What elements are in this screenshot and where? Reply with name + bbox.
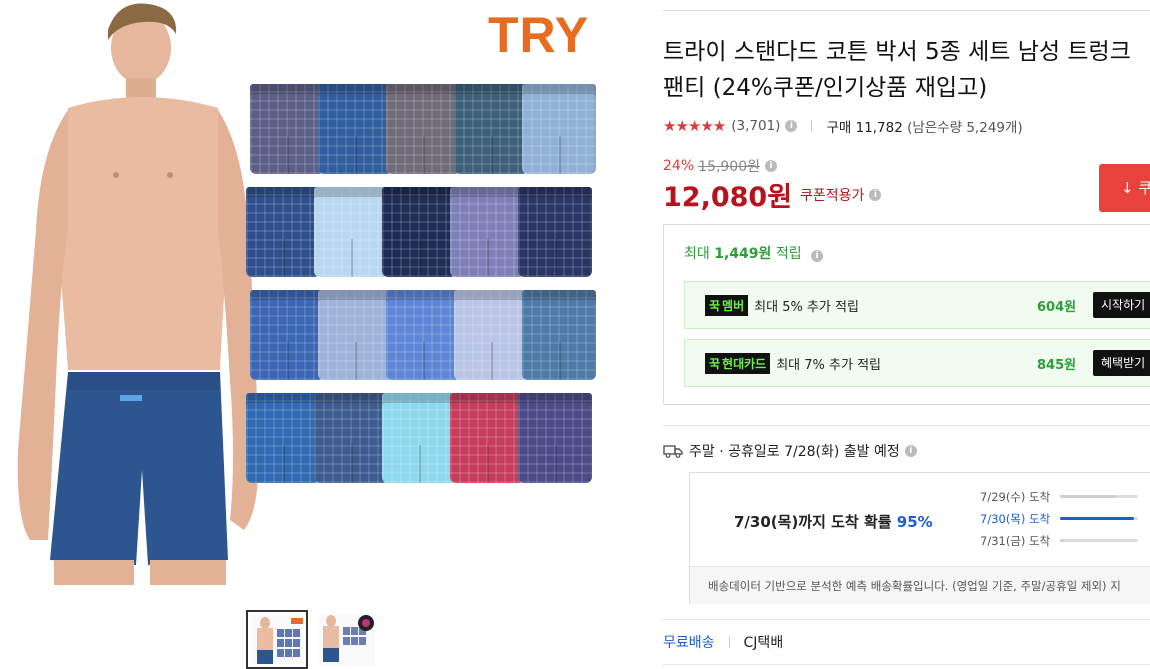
boxer-swatch (518, 393, 592, 483)
boxer-swatch (454, 84, 528, 174)
free-delivery: 무료배송 (663, 635, 715, 651)
divider (728, 636, 730, 648)
boxer-swatch (450, 187, 524, 277)
shipping-notice: 주말 · 공휴일로 7/28(화) 출발 예정 i (663, 441, 917, 461)
boxer-swatch (314, 187, 388, 277)
truck-icon (663, 445, 683, 458)
arrival-option-fill (1060, 517, 1135, 520)
boxer-swatch (450, 393, 524, 483)
discount-rate: 24% (663, 158, 695, 174)
boxer-swatch (318, 84, 392, 174)
review-count[interactable]: (3,701) (731, 118, 780, 134)
coupang-pay-icon: 꾹 (709, 298, 721, 313)
info-icon[interactable]: i (785, 120, 798, 132)
info-icon[interactable]: i (904, 445, 917, 457)
arrival-option-bar (1060, 495, 1138, 498)
thumbnail-2[interactable] (316, 610, 378, 669)
model-image (17, 3, 259, 585)
start-button[interactable]: 시작하기 (1093, 292, 1150, 318)
reward-amount: 845원 (1037, 357, 1077, 373)
card-tag: 꾹 현대카드 (705, 352, 771, 374)
coupon-applied-label: 쿠폰적용가 (800, 187, 865, 204)
courier-name: CJ택배 (743, 635, 784, 651)
boxer-swatch (522, 290, 596, 380)
price-row: 12,080원 쿠폰적용가 i (663, 175, 882, 214)
boxer-color-grid (244, 84, 604, 484)
arrival-option-label: 7/31(금) 도착 (980, 534, 1051, 548)
brand-logo: TRY (488, 7, 590, 63)
arrival-percent: 95% (896, 513, 933, 531)
member-tag: 꾹 멤버 (705, 294, 749, 316)
rating-stars[interactable]: ★★★★★ (663, 117, 726, 135)
product-title: 트라이 스탠다드 코튼 박서 5종 세트 남성 트렁크 팬티 (24%쿠폰/인기… (663, 39, 1131, 101)
divider (663, 10, 1150, 11)
info-icon[interactable]: i (811, 250, 824, 262)
arrival-probability: 7/30(목)까지 도착 확률 95% (734, 511, 933, 532)
thumbnail-1[interactable] (246, 610, 308, 669)
boxer-swatch (246, 393, 320, 483)
boxer-swatch (318, 290, 392, 380)
coupang-pay-icon: 꾹 (709, 356, 721, 371)
stock-remaining: (남은수량 5,249개) (907, 120, 1023, 136)
thumbnail-2-image (319, 613, 375, 666)
divider (663, 619, 1150, 620)
discount-row: 24% 15,900원 i (663, 156, 777, 176)
get-benefit-button[interactable]: 혜택받기 (1093, 350, 1150, 376)
divider (663, 664, 1150, 665)
boxer-swatch (314, 393, 388, 483)
product-info-panel: 트라이 스탠다드 코튼 박서 5종 세트 남성 트렁크 팬티 (24%쿠폰/인기… (663, 0, 1150, 669)
boxer-swatch (386, 84, 460, 174)
reward-text: 최대 5% 추가 적립 (754, 299, 859, 315)
boxer-swatch (382, 393, 456, 483)
reward-title: 최대 1,449원 적립 i (684, 243, 824, 263)
reward-row-member: 꾹 멤버 최대 5% 추가 적립 604원 시작하기 (684, 281, 1150, 329)
purchase-count: 구매 11,782 (826, 120, 903, 136)
rating-row: ★★★★★ (3,701) i 구매 11,782 (남은수량 5,249개) (663, 116, 1023, 136)
arrival-probability-box: 7/30(목)까지 도착 확률 95% 7/29(수) 도착 7/30(목) 도착… (689, 472, 1150, 604)
arrival-option-bar (1060, 517, 1138, 520)
thumbnail-1-image (251, 615, 303, 664)
reward-title-prefix: 최대 (684, 246, 710, 262)
boxer-swatch (382, 187, 456, 277)
divider (663, 425, 1150, 426)
boxer-swatch (246, 187, 320, 277)
original-price: 15,900원 (698, 159, 760, 175)
delivery-row: 무료배송 CJ택배 (663, 632, 783, 652)
reward-box: 최대 1,449원 적립 i 꾹 멤버 최대 5% 추가 적립 604원 시작하기… (663, 224, 1150, 405)
arrival-option-fill (1060, 539, 1064, 542)
reward-max-amount: 1,449원 (714, 246, 772, 262)
arrival-option-fill (1060, 495, 1117, 498)
arrival-prefix: 7/30(목)까지 도착 확률 (734, 513, 892, 531)
arrival-option-label: 7/30(목) 도착 (980, 512, 1051, 526)
info-icon[interactable]: i (765, 160, 777, 172)
reward-title-suffix: 적립 (775, 246, 802, 262)
sale-price: 12,080원 (663, 182, 793, 213)
arrival-option-bar (1060, 539, 1138, 542)
reward-row-card: 꾹 현대카드 최대 7% 추가 적립 845원 혜택받기 (684, 339, 1150, 387)
reward-text: 최대 7% 추가 적립 (776, 357, 881, 373)
reward-amount: 604원 (1037, 299, 1077, 315)
boxer-swatch (250, 290, 324, 380)
boxer-swatch (518, 187, 592, 277)
arrival-option-label: 7/29(수) 도착 (980, 490, 1051, 504)
boxer-swatch (454, 290, 528, 380)
arrival-footnote: 배송데이터 기반으로 분석한 예측 배송확률입니다. (영업일 기준, 주말/공… (690, 566, 1150, 604)
boxer-swatch (522, 84, 596, 174)
product-image-area: TRY (0, 0, 640, 669)
shipping-notice-text: 주말 · 공휴일로 7/28(화) 출발 예정 (689, 444, 900, 460)
divider (811, 120, 813, 132)
boxer-swatch (250, 84, 324, 174)
coupon-download-button[interactable]: ↓ 쿠 (1099, 164, 1150, 212)
boxer-swatch (386, 290, 460, 380)
info-icon[interactable]: i (869, 188, 882, 201)
